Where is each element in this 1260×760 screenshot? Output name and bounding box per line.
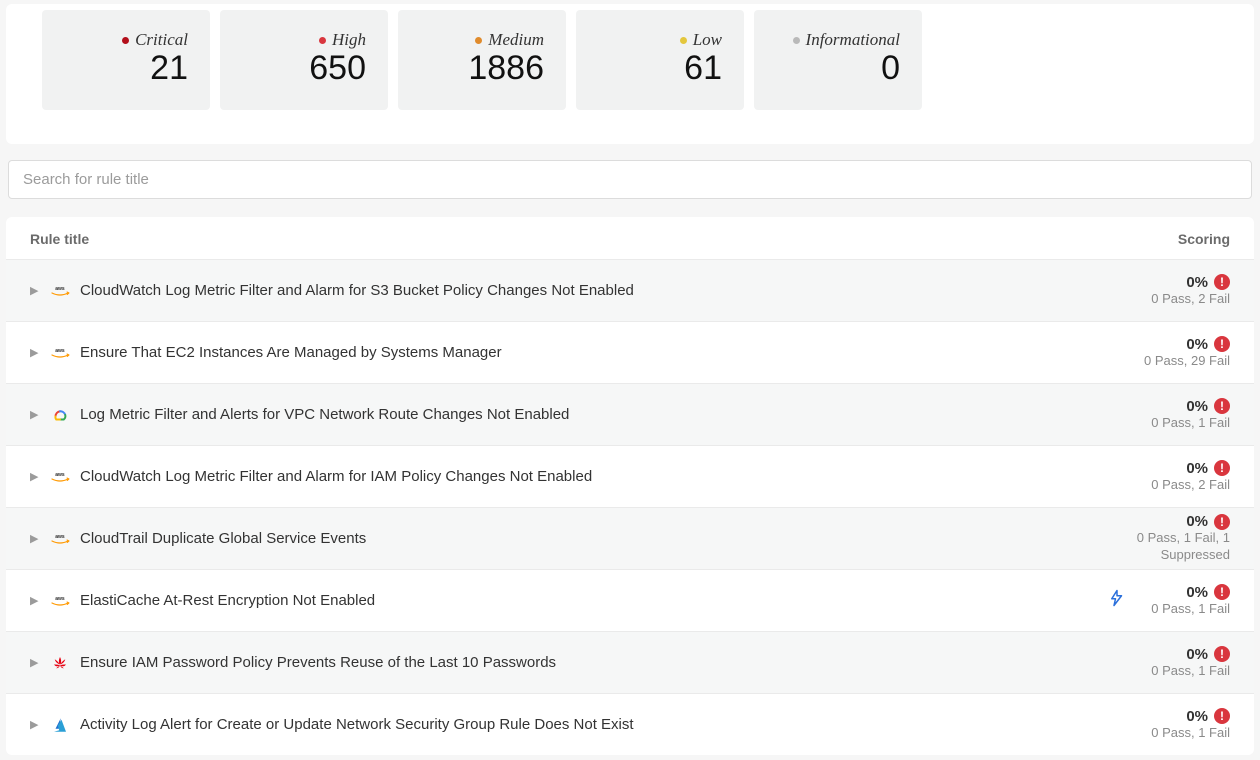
svg-text:aws: aws [55,348,65,354]
svg-text:aws: aws [55,286,65,292]
score-percent: 0% [1186,460,1208,477]
lightning-bolt-icon [1108,589,1126,612]
rule-title: Log Metric Filter and Alerts for VPC Net… [80,406,569,423]
severity-label: High [332,30,366,50]
table-row[interactable]: ▶ aws ElastiCache At-Rest Encryption Not E… [6,569,1254,631]
severity-count: 21 [150,50,188,87]
score-detail: 0 Pass, 1 Fail [1151,663,1230,680]
fail-status-icon: ! [1214,646,1230,662]
aws-provider-icon: aws [50,529,70,549]
rule-title: CloudTrail Duplicate Global Service Even… [80,530,366,547]
fail-status-icon: ! [1214,398,1230,414]
search-input[interactable] [8,160,1252,199]
severity-dot-icon [475,37,482,44]
severity-label: Informational [806,30,900,50]
fail-status-icon: ! [1214,336,1230,352]
table-row[interactable]: ▶ aws CloudWatch Log Metric Filter and Ala… [6,445,1254,507]
expand-row-icon[interactable]: ▶ [30,594,40,607]
rules-table: Rule title Scoring ▶ aws CloudWatch Log Me… [6,217,1254,755]
svg-text:aws: aws [55,534,65,540]
expand-row-icon[interactable]: ▶ [30,346,40,359]
fail-status-icon: ! [1214,708,1230,724]
severity-card-medium[interactable]: Medium1886 [398,10,566,110]
severity-dot-icon [680,37,687,44]
severity-card-high[interactable]: High650 [220,10,388,110]
azure-provider-icon [50,715,70,735]
column-header-title: Rule title [30,231,89,247]
aws-provider-icon: aws [50,467,70,487]
huawei-provider-icon [50,653,70,673]
expand-row-icon[interactable]: ▶ [30,284,40,297]
table-row[interactable]: ▶ aws CloudTrail Duplicate Global Service … [6,507,1254,569]
score-percent: 0% [1186,584,1208,601]
rule-title: CloudWatch Log Metric Filter and Alarm f… [80,468,592,485]
fail-status-icon: ! [1214,274,1230,290]
svg-text:aws: aws [55,472,65,478]
score-detail: 0 Pass, 2 Fail [1151,477,1230,494]
expand-row-icon[interactable]: ▶ [30,656,40,669]
table-row[interactable]: ▶ aws Ensure That EC2 Instances Are Manage… [6,321,1254,383]
svg-text:aws: aws [55,596,65,602]
table-row[interactable]: ▶ aws CloudWatch Log Metric Filter and Ala… [6,259,1254,321]
rule-title: ElastiCache At-Rest Encryption Not Enabl… [80,592,375,609]
rule-title: Ensure That EC2 Instances Are Managed by… [80,344,502,361]
severity-dot-icon [793,37,800,44]
aws-provider-icon: aws [50,591,70,611]
score-percent: 0% [1186,513,1208,530]
severity-card-low[interactable]: Low61 [576,10,744,110]
fail-status-icon: ! [1214,514,1230,530]
aws-provider-icon: aws [50,343,70,363]
score-detail: 0 Pass, 1 Fail [1151,725,1230,742]
score-detail: 0 Pass, 2 Fail [1151,291,1230,308]
expand-row-icon[interactable]: ▶ [30,532,40,545]
severity-label: Low [693,30,722,50]
table-row[interactable]: ▶ Ensure IAM Password Policy Prevents Reu… [6,631,1254,693]
score-percent: 0% [1186,708,1208,725]
severity-card-critical[interactable]: Critical21 [42,10,210,110]
severity-dot-icon [122,37,129,44]
score-detail: 0 Pass, 29 Fail [1144,353,1230,370]
severity-summary-panel: Critical21High650Medium1886Low61Informat… [6,4,1254,144]
severity-card-informational[interactable]: Informational0 [754,10,922,110]
score-percent: 0% [1186,336,1208,353]
score-percent: 0% [1186,398,1208,415]
table-row[interactable]: ▶ Log Metric Filter and Alerts for VPC Ne… [6,383,1254,445]
aws-provider-icon: aws [50,281,70,301]
severity-count: 650 [309,50,366,87]
severity-label: Critical [135,30,188,50]
score-detail: 0 Pass, 1 Fail, 1 Suppressed [1110,530,1230,564]
severity-count: 61 [684,50,722,87]
severity-count: 1886 [468,50,544,87]
expand-row-icon[interactable]: ▶ [30,408,40,421]
score-percent: 0% [1186,274,1208,291]
rule-title: Activity Log Alert for Create or Update … [80,716,634,733]
fail-status-icon: ! [1214,460,1230,476]
severity-label: Medium [488,30,544,50]
score-detail: 0 Pass, 1 Fail [1151,415,1230,432]
expand-row-icon[interactable]: ▶ [30,718,40,731]
table-row[interactable]: ▶ Activity Log Alert for Create or Update… [6,693,1254,755]
rule-title: Ensure IAM Password Policy Prevents Reus… [80,654,556,671]
severity-count: 0 [881,50,900,87]
severity-dot-icon [319,37,326,44]
gcp-provider-icon [50,405,70,425]
score-detail: 0 Pass, 1 Fail [1151,601,1230,618]
fail-status-icon: ! [1214,584,1230,600]
column-header-scoring: Scoring [1178,231,1230,247]
rule-title: CloudWatch Log Metric Filter and Alarm f… [80,282,634,299]
score-percent: 0% [1186,646,1208,663]
expand-row-icon[interactable]: ▶ [30,470,40,483]
